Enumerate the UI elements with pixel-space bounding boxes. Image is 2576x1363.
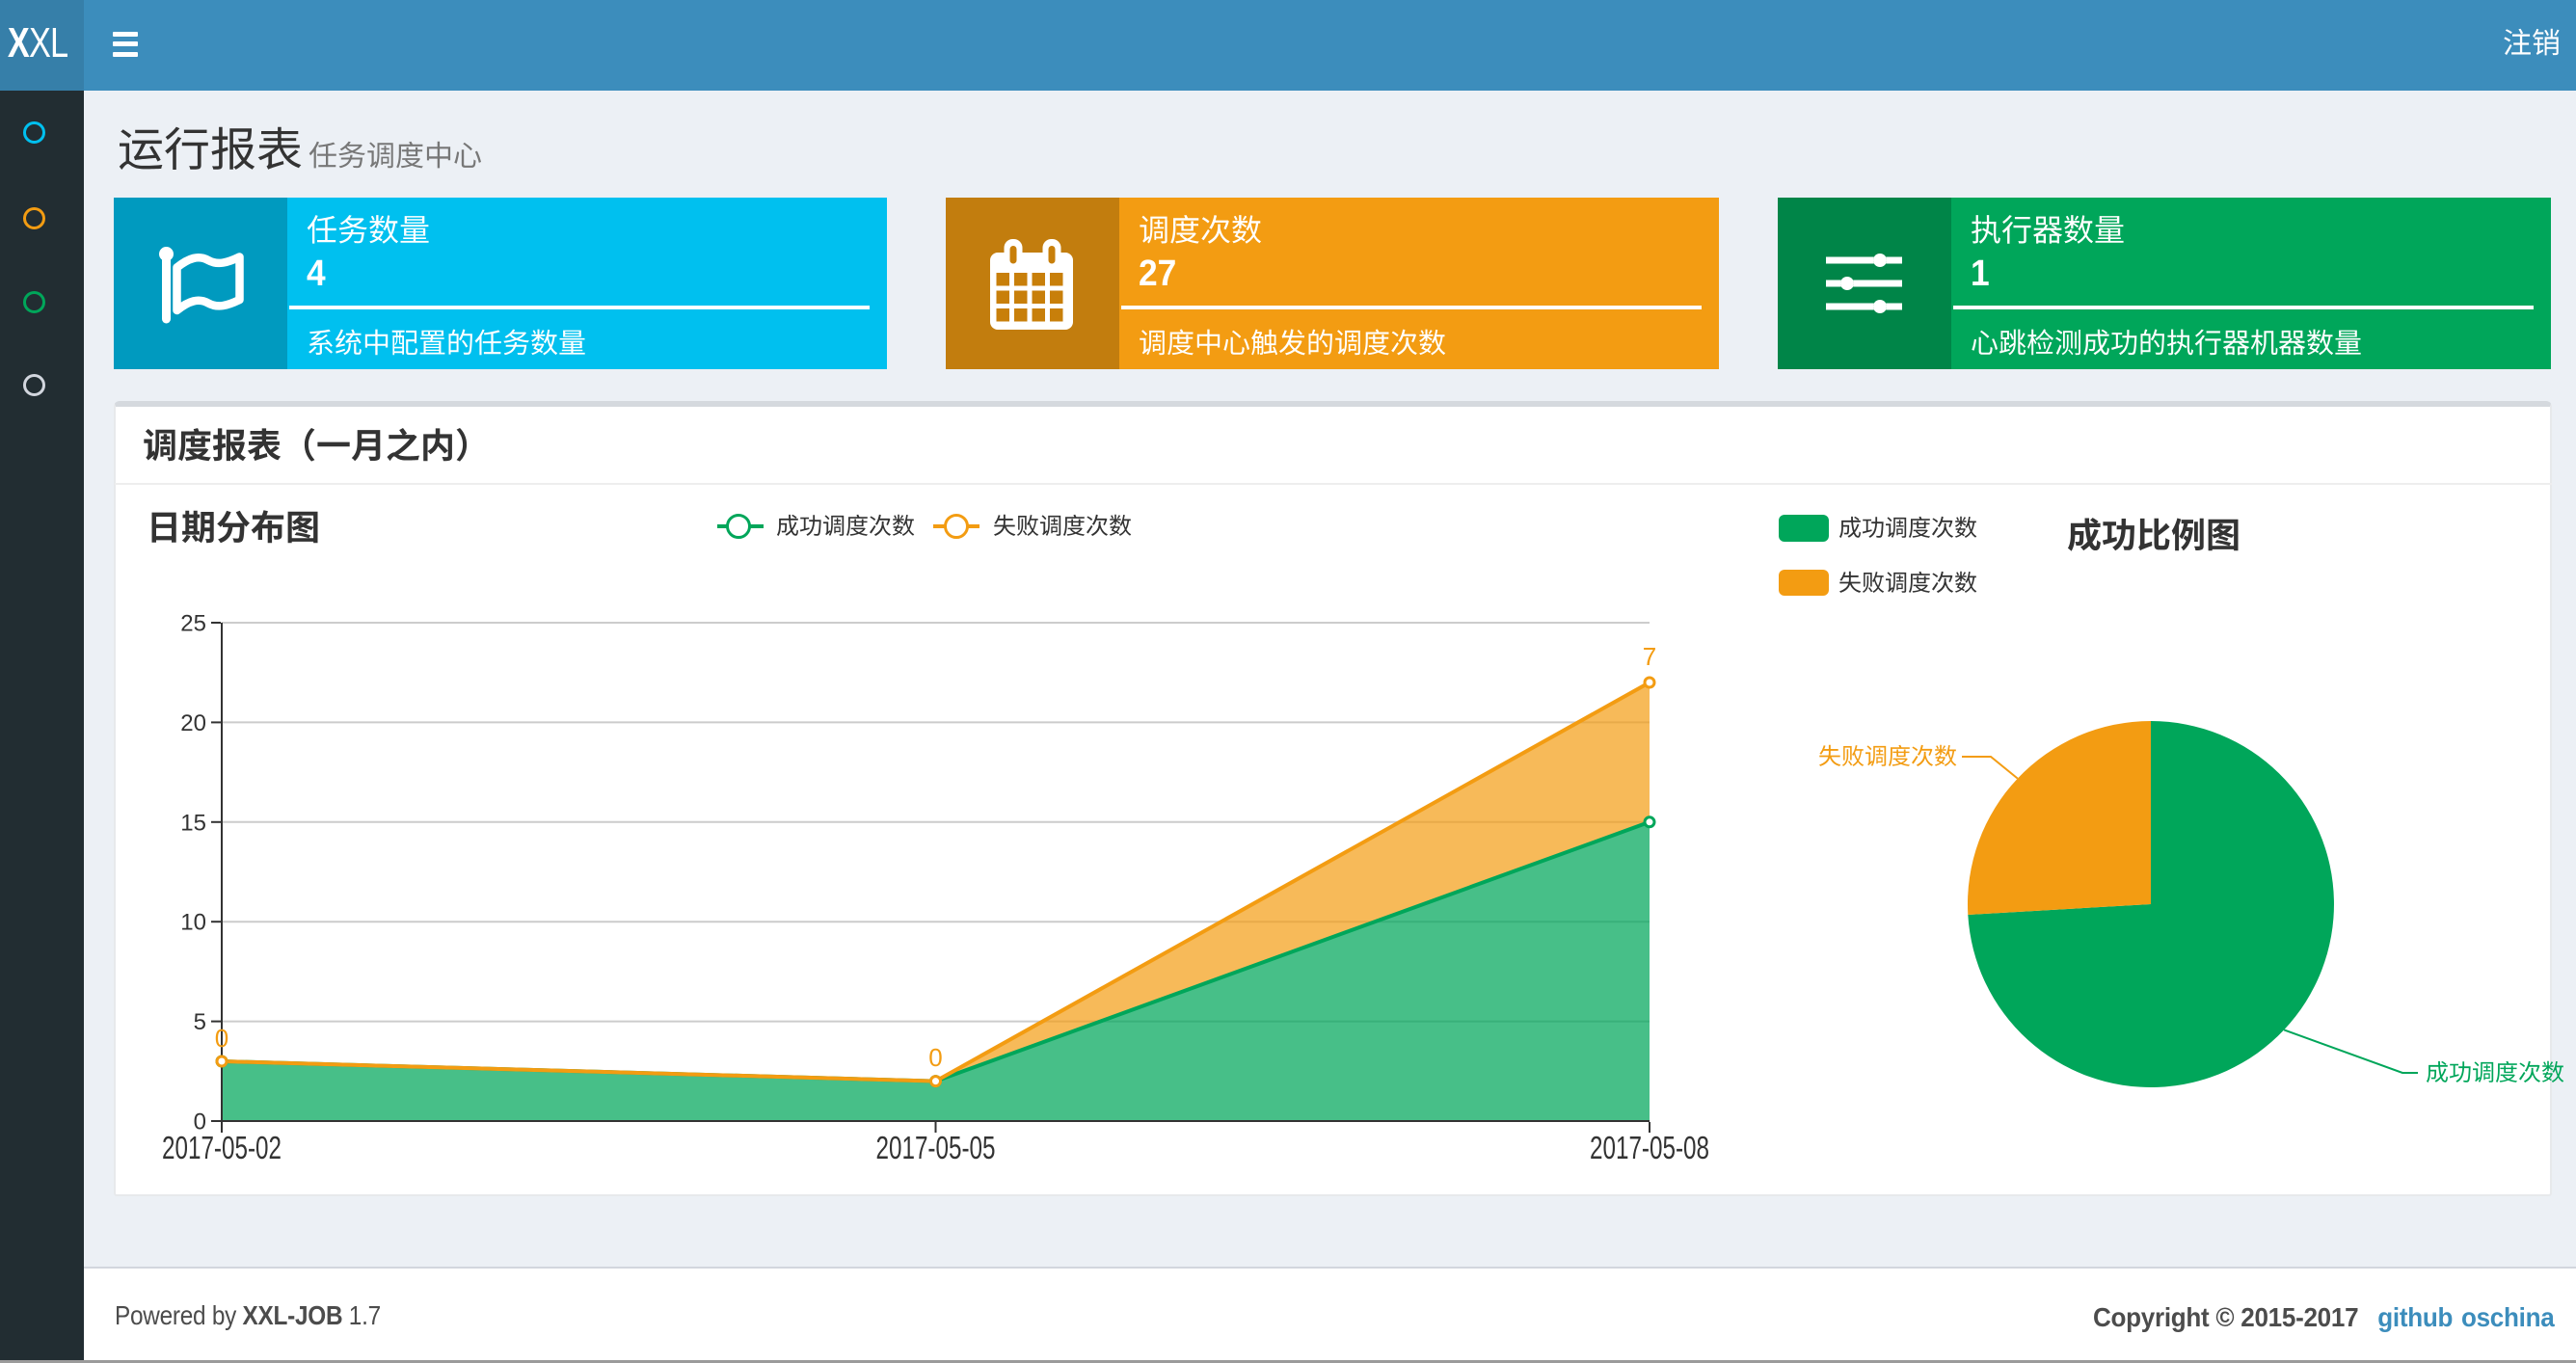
svg-text:0: 0 — [215, 1024, 228, 1053]
svg-text:2017-05-02: 2017-05-02 — [162, 1130, 282, 1165]
svg-text:20: 20 — [180, 710, 206, 736]
svg-text:25: 25 — [180, 611, 206, 637]
svg-text:7: 7 — [1643, 642, 1656, 671]
svg-text:2017-05-05: 2017-05-05 — [876, 1130, 996, 1165]
svg-text:5: 5 — [194, 1009, 206, 1035]
svg-text:10: 10 — [180, 910, 206, 936]
svg-text:0: 0 — [928, 1043, 942, 1072]
svg-text:15: 15 — [180, 810, 206, 836]
svg-text:2017-05-08: 2017-05-08 — [1590, 1130, 1709, 1165]
